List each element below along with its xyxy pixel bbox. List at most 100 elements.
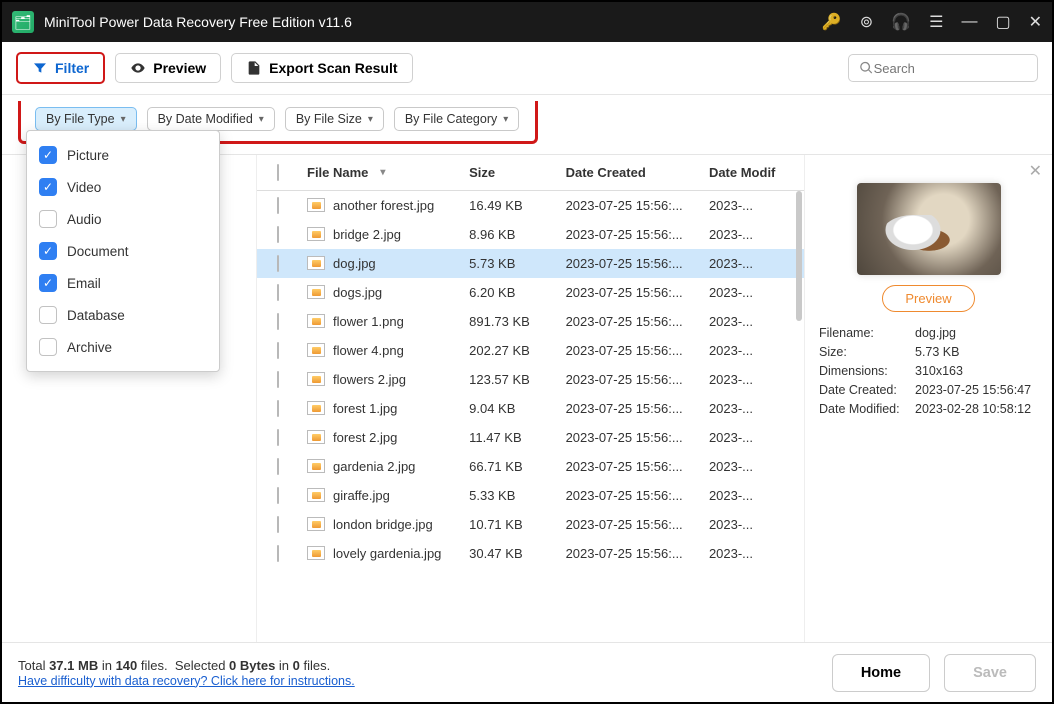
file-name: flowers 2.jpg: [333, 372, 406, 387]
maximize-icon[interactable]: ▢: [995, 12, 1010, 32]
close-panel-icon[interactable]: ✕: [1029, 161, 1042, 181]
table-row[interactable]: forest 1.jpg 9.04 KB 2023-07-25 15:56:..…: [257, 394, 804, 423]
column-file-name[interactable]: File Name▾: [301, 165, 463, 180]
chip-by-file-type[interactable]: By File Type▾: [35, 107, 137, 131]
row-checkbox[interactable]: [277, 371, 279, 388]
home-button[interactable]: Home: [832, 654, 930, 692]
row-checkbox[interactable]: [277, 197, 279, 214]
table-row[interactable]: flowers 2.jpg 123.57 KB 2023-07-25 15:56…: [257, 365, 804, 394]
file-icon: [307, 517, 325, 531]
minimize-icon[interactable]: —: [961, 13, 977, 31]
file-icon: [307, 401, 325, 415]
meta-value: 2023-02-28 10:58:12: [915, 402, 1038, 416]
row-checkbox[interactable]: [277, 516, 279, 533]
close-window-icon[interactable]: ✕: [1029, 12, 1042, 32]
chip-by-date-modified[interactable]: By Date Modified▾: [147, 107, 275, 131]
filter-option[interactable]: Database: [27, 299, 219, 331]
checkbox-icon[interactable]: ✓: [39, 146, 57, 164]
preview-button-label: Preview: [153, 60, 206, 76]
menu-icon[interactable]: ☰: [929, 12, 943, 32]
row-checkbox[interactable]: [277, 487, 279, 504]
select-all-checkbox[interactable]: [277, 164, 279, 181]
chevron-down-icon: ▾: [121, 114, 126, 125]
save-button[interactable]: Save: [944, 654, 1036, 692]
export-button[interactable]: Export Scan Result: [231, 53, 412, 83]
file-icon: [307, 198, 325, 212]
file-size: 5.73 KB: [463, 256, 559, 271]
checkbox-icon[interactable]: ✓: [39, 242, 57, 260]
checkbox-icon[interactable]: [39, 338, 57, 356]
filter-option-label: Document: [67, 244, 129, 259]
file-size: 6.20 KB: [463, 285, 559, 300]
row-checkbox[interactable]: [277, 545, 279, 562]
chevron-down-icon: ▾: [503, 114, 508, 125]
headphones-icon[interactable]: 🎧: [891, 12, 911, 32]
file-icon: [307, 372, 325, 386]
filter-option[interactable]: ✓Email: [27, 267, 219, 299]
preview-button[interactable]: Preview: [115, 53, 221, 83]
filter-button-label: Filter: [55, 60, 89, 76]
file-icon: [307, 256, 325, 270]
filter-option[interactable]: Archive: [27, 331, 219, 363]
table-row[interactable]: flower 4.png 202.27 KB 2023-07-25 15:56:…: [257, 336, 804, 365]
filter-option[interactable]: ✓Picture: [27, 139, 219, 171]
table-row[interactable]: forest 2.jpg 11.47 KB 2023-07-25 15:56:.…: [257, 423, 804, 452]
checkbox-icon[interactable]: ✓: [39, 178, 57, 196]
file-date-modified: 2023-...: [703, 430, 790, 445]
meta-key: Date Modified:: [819, 402, 915, 416]
row-checkbox[interactable]: [277, 429, 279, 446]
chip-by-file-category[interactable]: By File Category▾: [394, 107, 519, 131]
file-date-created: 2023-07-25 15:56:...: [560, 343, 703, 358]
table-row[interactable]: giraffe.jpg 5.33 KB 2023-07-25 15:56:...…: [257, 481, 804, 510]
file-name: dog.jpg: [333, 256, 376, 271]
table-row[interactable]: london bridge.jpg 10.71 KB 2023-07-25 15…: [257, 510, 804, 539]
help-link[interactable]: Have difficulty with data recovery? Clic…: [18, 674, 355, 688]
filter-option-label: Audio: [67, 212, 102, 227]
checkbox-icon[interactable]: [39, 306, 57, 324]
scrollbar[interactable]: [796, 191, 802, 321]
row-checkbox[interactable]: [277, 400, 279, 417]
chip-by-file-size[interactable]: By File Size▾: [285, 107, 384, 131]
sort-icon: ▾: [380, 167, 385, 178]
status-bar: Total 37.1 MB in 140 files. Selected 0 B…: [2, 642, 1052, 702]
file-size: 10.71 KB: [463, 517, 559, 532]
table-row[interactable]: flower 1.png 891.73 KB 2023-07-25 15:56:…: [257, 307, 804, 336]
file-type-dropdown: ✓Picture✓Video Audio ✓ Document ✓Email Databa…: [26, 130, 220, 372]
row-checkbox[interactable]: [277, 342, 279, 359]
filter-option[interactable]: ✓Video: [27, 171, 219, 203]
filter-option-label: Database: [67, 308, 125, 323]
table-row[interactable]: another forest.jpg 16.49 KB 2023-07-25 1…: [257, 191, 804, 220]
status-summary: Total 37.1 MB in 140 files. Selected 0 B…: [18, 658, 832, 673]
search-icon: [859, 60, 874, 76]
table-row[interactable]: gardenia 2.jpg 66.71 KB 2023-07-25 15:56…: [257, 452, 804, 481]
export-button-label: Export Scan Result: [269, 60, 397, 76]
filter-option[interactable]: ✓ Document: [27, 235, 219, 267]
filter-option[interactable]: Audio: [27, 203, 219, 235]
filter-button[interactable]: Filter: [16, 52, 105, 84]
row-checkbox[interactable]: [277, 255, 279, 272]
file-size: 891.73 KB: [463, 314, 559, 329]
file-date-created: 2023-07-25 15:56:...: [560, 198, 703, 213]
file-name: another forest.jpg: [333, 198, 434, 213]
row-checkbox[interactable]: [277, 313, 279, 330]
preview-file-button[interactable]: Preview: [882, 285, 974, 312]
disc-icon[interactable]: ⊚: [860, 12, 873, 32]
checkbox-icon[interactable]: ✓: [39, 274, 57, 292]
column-date-modified[interactable]: Date Modif: [703, 165, 790, 180]
table-row[interactable]: bridge 2.jpg 8.96 KB 2023-07-25 15:56:..…: [257, 220, 804, 249]
search-box[interactable]: [848, 54, 1038, 82]
row-checkbox[interactable]: [277, 458, 279, 475]
row-checkbox[interactable]: [277, 226, 279, 243]
file-date-modified: 2023-...: [703, 517, 790, 532]
row-checkbox[interactable]: [277, 284, 279, 301]
column-size[interactable]: Size: [463, 165, 559, 180]
column-date-created[interactable]: Date Created: [560, 165, 703, 180]
key-icon[interactable]: 🔑: [822, 12, 842, 32]
table-row[interactable]: dogs.jpg 6.20 KB 2023-07-25 15:56:... 20…: [257, 278, 804, 307]
table-row[interactable]: dog.jpg 5.73 KB 2023-07-25 15:56:... 202…: [257, 249, 804, 278]
file-name: forest 2.jpg: [333, 430, 397, 445]
table-row[interactable]: lovely gardenia.jpg 30.47 KB 2023-07-25 …: [257, 539, 804, 568]
file-name: gardenia 2.jpg: [333, 459, 415, 474]
search-input[interactable]: [874, 61, 1027, 76]
checkbox-icon[interactable]: [39, 210, 57, 228]
